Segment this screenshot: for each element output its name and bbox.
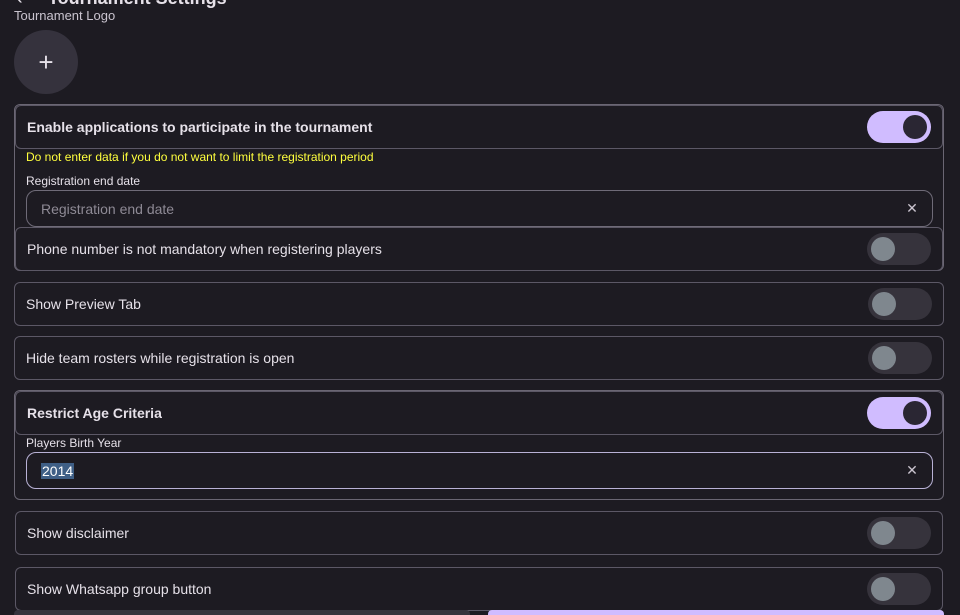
toggle-knob: [872, 292, 896, 316]
plus-icon: +: [38, 46, 54, 77]
toggle-knob: [872, 346, 896, 370]
toggle-knob: [871, 577, 895, 601]
rosters-card: Hide team rosters while registration is …: [14, 336, 944, 380]
disclaimer-card: Show disclaimer: [15, 511, 943, 555]
disclaimer-toggle[interactable]: [867, 517, 931, 549]
birth-year-value[interactable]: 2014: [41, 462, 906, 479]
toggle-knob: [903, 115, 927, 139]
registration-toggle-row[interactable]: Enable applications to participate in th…: [15, 105, 943, 149]
settings-page: ‹ Tournament Settings Tournament Logo + …: [0, 0, 960, 615]
whatsapp-label: Show Whatsapp group button: [27, 581, 212, 597]
phone-toggle-row[interactable]: Phone number is not mandatory when regis…: [15, 227, 943, 271]
disclaimer-toggle-row[interactable]: Show disclaimer: [16, 512, 942, 554]
registration-group: Enable applications to participate in th…: [14, 104, 944, 271]
top-bar: ‹ Tournament Settings: [0, 0, 960, 8]
registration-hint: Do not enter data if you do not want to …: [26, 150, 374, 164]
whatsapp-card: Show Whatsapp group button: [15, 567, 943, 611]
phone-toggle[interactable]: [867, 233, 931, 265]
birth-year-field[interactable]: 2014 ✕: [26, 452, 933, 489]
phone-label: Phone number is not mandatory when regis…: [27, 241, 382, 257]
cancel-button[interactable]: [14, 610, 470, 615]
age-toggle-row[interactable]: Restrict Age Criteria: [15, 391, 943, 435]
logo-label: Tournament Logo: [14, 8, 116, 23]
preview-toggle-row[interactable]: Show Preview Tab: [15, 283, 943, 325]
age-toggle[interactable]: [867, 397, 931, 429]
end-date-field[interactable]: ✕: [26, 190, 933, 227]
birth-year-label: Players Birth Year: [26, 436, 122, 450]
preview-toggle[interactable]: [868, 288, 932, 320]
end-date-label: Registration end date: [26, 174, 141, 188]
save-button[interactable]: [488, 610, 944, 615]
toggle-knob: [871, 237, 895, 261]
rosters-toggle-row[interactable]: Hide team rosters while registration is …: [15, 337, 943, 379]
whatsapp-toggle-row[interactable]: Show Whatsapp group button: [16, 568, 942, 610]
arrow-back-icon[interactable]: ‹: [16, 0, 23, 8]
toggle-knob: [871, 521, 895, 545]
whatsapp-toggle[interactable]: [867, 573, 931, 605]
preview-label: Show Preview Tab: [26, 296, 141, 312]
registration-toggle[interactable]: [867, 111, 931, 143]
preview-card: Show Preview Tab: [14, 282, 944, 326]
clear-icon[interactable]: ✕: [906, 200, 918, 217]
age-group: Restrict Age Criteria Players Birth Year…: [14, 390, 944, 500]
disclaimer-label: Show disclaimer: [27, 525, 129, 541]
registration-label: Enable applications to participate in th…: [27, 119, 373, 135]
clear-icon[interactable]: ✕: [906, 462, 918, 479]
add-logo-button[interactable]: +: [14, 30, 78, 94]
toggle-knob: [903, 401, 927, 425]
rosters-label: Hide team rosters while registration is …: [26, 350, 295, 366]
rosters-toggle[interactable]: [868, 342, 932, 374]
age-label: Restrict Age Criteria: [27, 405, 162, 421]
end-date-input[interactable]: [41, 200, 906, 217]
